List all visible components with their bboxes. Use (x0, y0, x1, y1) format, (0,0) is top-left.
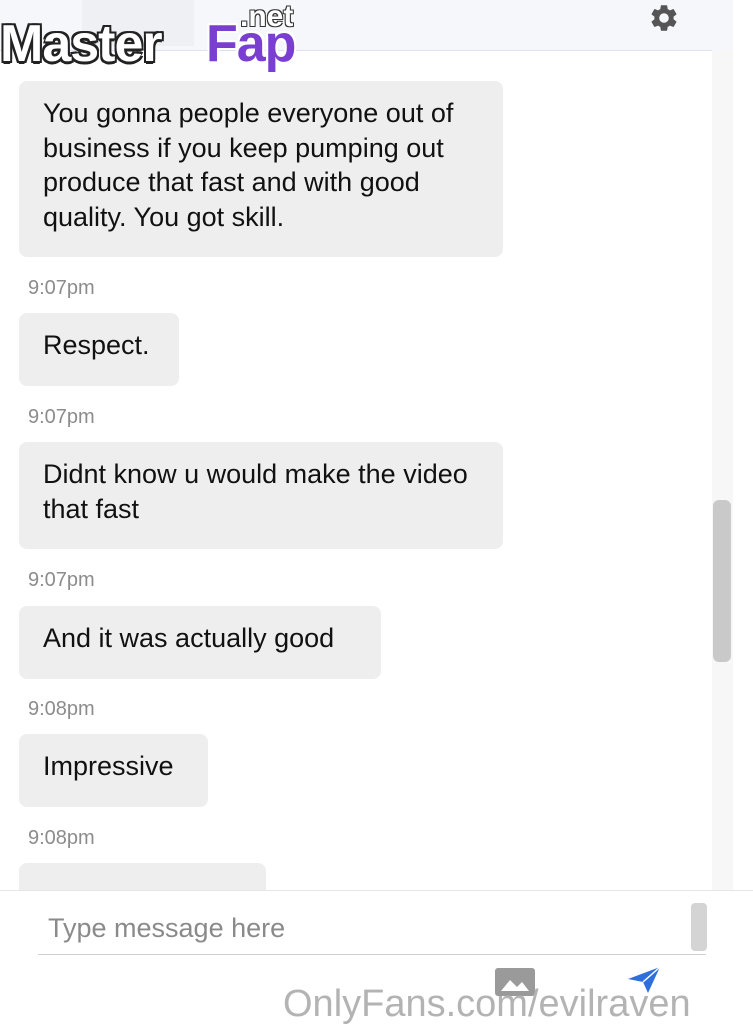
message-timestamp: 9:08pm (28, 827, 95, 849)
message-timestamp: 9:07pm (28, 277, 95, 299)
message-bubble-partial (19, 863, 266, 890)
message-timestamp: 9:07pm (28, 406, 95, 428)
message-text: Impressive (43, 751, 174, 781)
message-text: You gonna people everyone out of busines… (43, 98, 454, 232)
message-text: Respect. (43, 330, 150, 360)
chat-scrollbar-track[interactable] (712, 50, 733, 890)
footer-watermark: OnlyFans.com/evilraven (283, 983, 691, 1025)
message-timestamp: 9:08pm (28, 698, 95, 720)
chat-scrollbar-thumb[interactable] (713, 500, 731, 662)
message-text: And it was actually good (43, 623, 335, 653)
watermark-net: .net (240, 0, 294, 33)
message-list[interactable]: You gonna people everyone out of busines… (0, 50, 712, 890)
message-timestamp: 9:07pm (28, 569, 95, 591)
message-text: Didnt know u would make the video that f… (43, 459, 468, 524)
message-bubble: You gonna people everyone out of busines… (19, 81, 503, 257)
message-input[interactable] (38, 903, 706, 955)
message-bubble: Impressive (19, 734, 208, 807)
gear-icon[interactable] (648, 2, 680, 34)
message-bubble: And it was actually good (19, 606, 381, 679)
input-scrollbar[interactable] (691, 903, 707, 951)
message-bubble: Respect. (19, 313, 179, 386)
message-bubble: Didnt know u would make the video that f… (19, 442, 503, 549)
